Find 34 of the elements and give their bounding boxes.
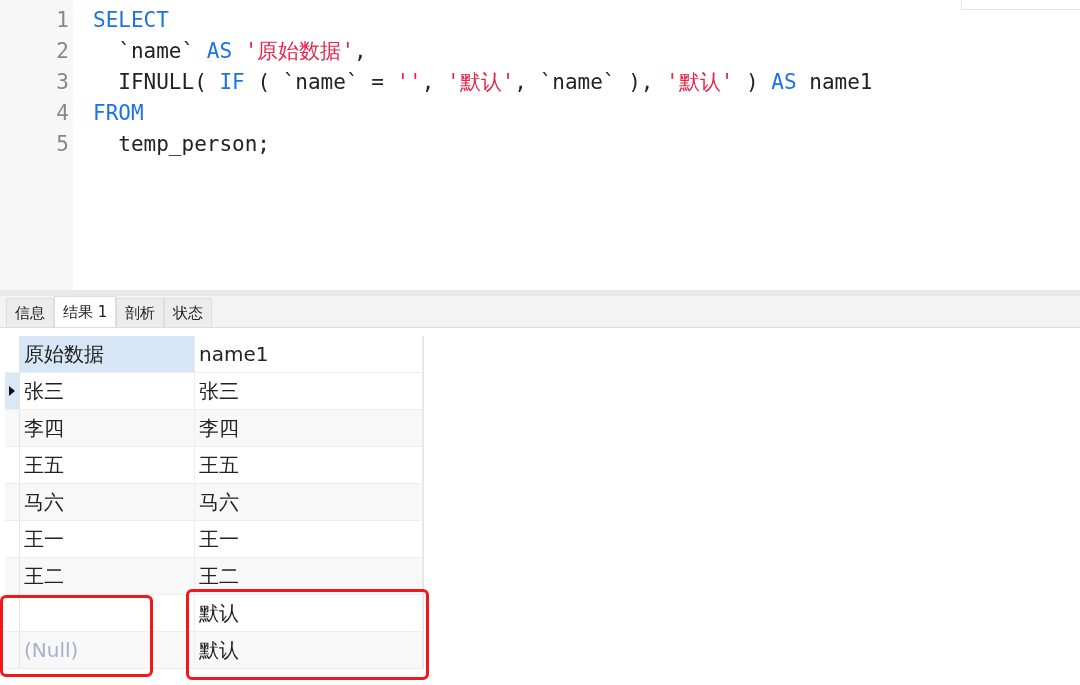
table-cell: 李四: [199, 414, 239, 442]
table-cell: 王一: [24, 525, 64, 553]
table-cell: 王二: [199, 562, 239, 590]
table-cell: 王二: [24, 562, 64, 590]
table-cell: 默认: [199, 599, 239, 627]
line-number: 2: [55, 38, 70, 65]
table-cell: 张三: [199, 377, 239, 405]
table-cell: 王一: [199, 525, 239, 553]
table-cell: 王五: [24, 451, 64, 479]
current-row-icon: [9, 386, 15, 396]
result-tab[interactable]: 状态: [164, 298, 213, 327]
table-cell: 张三: [24, 377, 64, 405]
code-line: temp_person;: [117, 131, 271, 158]
table-cell: (Null): [24, 638, 79, 662]
table-cell: 马六: [199, 488, 239, 516]
code-line: `name` AS '原始数据',: [117, 38, 368, 65]
line-number: 3: [55, 69, 70, 96]
line-number: 4: [55, 100, 70, 127]
code-line: FROM: [93, 100, 145, 127]
column-header[interactable]: name1: [195, 336, 423, 372]
table-cell: 李四: [24, 414, 64, 442]
table-cell: 马六: [24, 488, 64, 516]
line-number: 1: [55, 7, 70, 34]
result-tab[interactable]: 结果 1: [54, 296, 117, 327]
result-tab[interactable]: 剖析: [116, 298, 165, 327]
line-number: 5: [55, 131, 70, 158]
table-cell: 默认: [199, 636, 239, 664]
code-line: SELECT: [93, 7, 170, 34]
column-header[interactable]: 原始数据: [20, 336, 195, 372]
sql-editor[interactable]: 1 2 3 4 5 SELECT `name` AS '原始数据', IFNULL( IF ( `name` = '', '默认', `name` ), '默认' ) AS name1 FROM temp_person;: [0, 0, 1080, 290]
result-tab[interactable]: 信息: [6, 298, 54, 327]
row-header[interactable]: [5, 373, 20, 409]
code-line: IFNULL( IF ( `name` = '', '默认', `name` ), '默认' ) AS name1: [117, 69, 873, 96]
table-cell: 王五: [199, 451, 239, 479]
